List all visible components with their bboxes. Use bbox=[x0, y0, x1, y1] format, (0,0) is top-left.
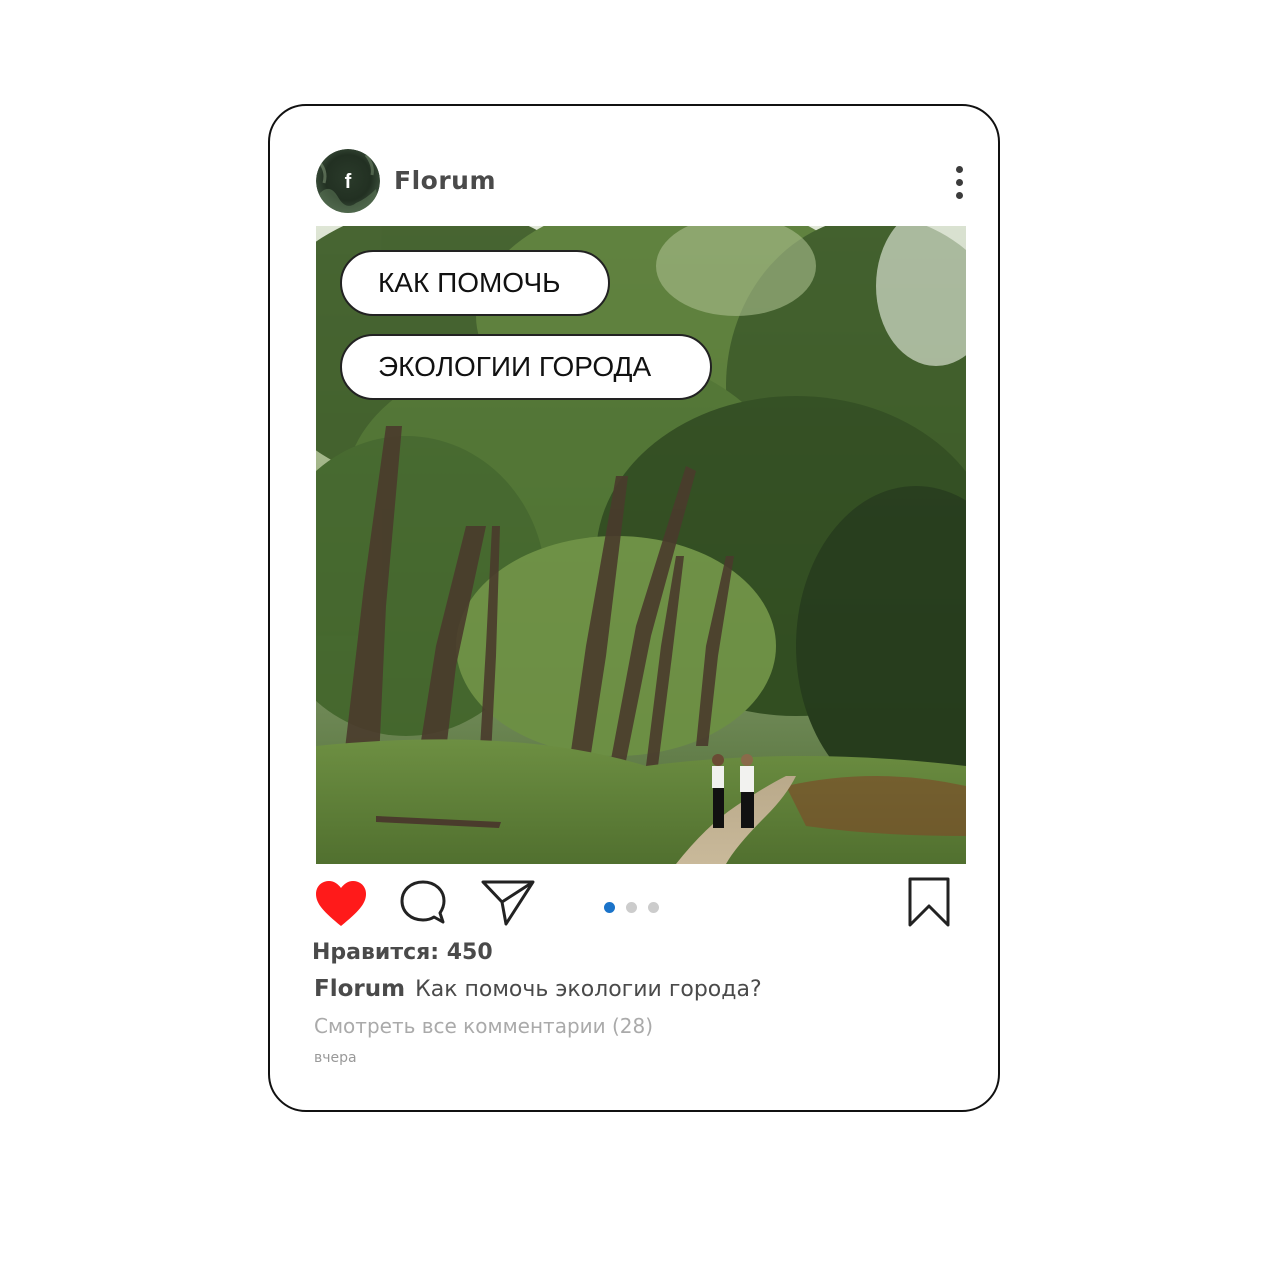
view-comments-link[interactable]: Смотреть все комментарии (28) bbox=[314, 1014, 653, 1038]
share-button[interactable] bbox=[480, 878, 536, 932]
avatar[interactable]: f bbox=[316, 149, 380, 213]
forest-photo bbox=[316, 226, 966, 864]
heart-filled-icon bbox=[316, 881, 366, 926]
caption-username[interactable]: Florum bbox=[314, 976, 405, 1002]
comment-button[interactable] bbox=[398, 878, 448, 932]
brand-avatar-icon: f bbox=[316, 149, 380, 213]
more-vertical-icon-dot bbox=[956, 179, 963, 186]
bookmark-icon bbox=[908, 877, 950, 927]
action-bar bbox=[270, 876, 998, 936]
avatar-letter: f bbox=[345, 171, 352, 193]
comment-bubble-icon bbox=[400, 880, 446, 924]
post-card: f Florum КАК ПОМОЧЬ ЭКОЛОГИИ ГОРОДА Нрав… bbox=[268, 104, 1000, 1112]
likes-count[interactable]: Нравится: 450 bbox=[312, 940, 493, 965]
overlay-title-line-2: ЭКОЛОГИИ ГОРОДА bbox=[340, 334, 712, 400]
more-vertical-icon-dot bbox=[956, 166, 963, 173]
caption-text: Как помочь экологии города? bbox=[415, 977, 762, 1002]
post-image[interactable]: КАК ПОМОЧЬ ЭКОЛОГИИ ГОРОДА bbox=[316, 226, 966, 864]
carousel-dot-active bbox=[604, 902, 615, 913]
paper-plane-icon bbox=[481, 880, 535, 926]
more-options-button[interactable] bbox=[950, 162, 970, 202]
save-button[interactable] bbox=[906, 876, 952, 932]
carousel-dot bbox=[648, 902, 659, 913]
more-vertical-icon-dot bbox=[956, 192, 963, 199]
post-timestamp: вчера bbox=[314, 1050, 357, 1066]
carousel-dot bbox=[626, 902, 637, 913]
overlay-title-line-1: КАК ПОМОЧЬ bbox=[340, 250, 610, 316]
like-button[interactable] bbox=[314, 880, 368, 932]
post-username[interactable]: Florum bbox=[394, 166, 496, 195]
post-caption: Florum Как помочь экологии города? bbox=[314, 976, 762, 1002]
